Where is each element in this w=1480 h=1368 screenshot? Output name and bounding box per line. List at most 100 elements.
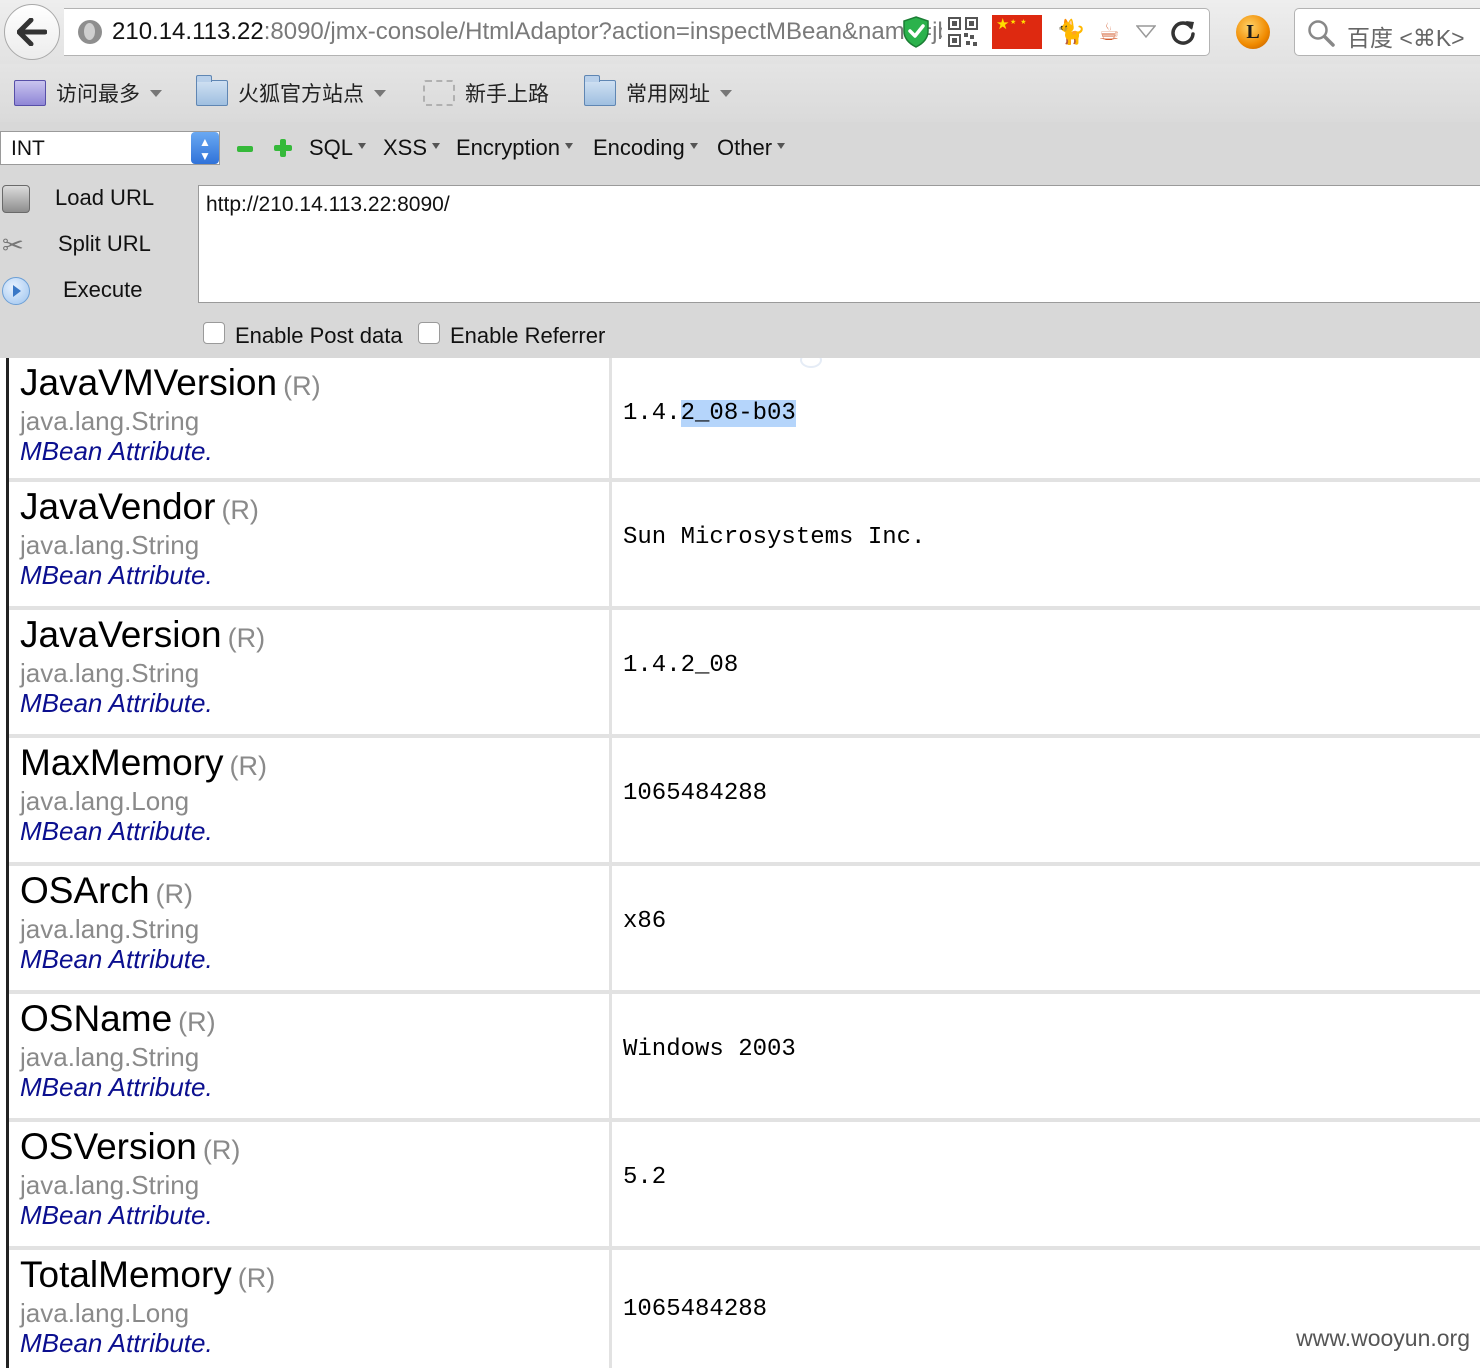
attribute-name: TotalMemory (R) <box>20 1254 275 1296</box>
dropdown-triangle-icon <box>777 143 786 149</box>
attribute-name-cell: JavaVersion (R) java.lang.String MBean At… <box>9 610 609 734</box>
selected-value-text: 2_08-b03 <box>680 400 796 427</box>
value-text: 1065484288 <box>623 1296 768 1323</box>
table-row: OSName (R) java.lang.String MBean Attribu… <box>9 994 1480 1122</box>
attribute-name: OSName (R) <box>20 998 216 1040</box>
attribute-access: (R) <box>178 1007 216 1037</box>
attribute-type: java.lang.Long <box>20 1298 190 1328</box>
dropdown-icon[interactable] <box>1136 17 1156 47</box>
value-text: Windows 2003 <box>623 1036 796 1063</box>
search-placeholder: 百度 <⌘K> <box>1347 25 1465 51</box>
table-row: TotalMemory (R) java.lang.Long MBean Attr… <box>9 1250 1480 1368</box>
split-url-button[interactable]: ✂ Split URL <box>0 225 195 265</box>
attribute-value: 1.4.2_08 <box>623 652 738 679</box>
type-select[interactable]: INT ▲ ▼ <box>0 131 220 165</box>
reload-icon[interactable] <box>1168 17 1198 47</box>
page-content: JavaVMVersion (R) java.lang.String MBean … <box>0 358 1480 1368</box>
attribute-name-cell: OSName (R) java.lang.String MBean Attribu… <box>9 994 609 1118</box>
back-button[interactable] <box>4 4 60 60</box>
increase-icon[interactable] <box>274 139 292 157</box>
bookmark-label: 常用网址 <box>626 83 710 106</box>
decrease-icon[interactable] <box>237 146 253 152</box>
attribute-value: 1.4.2_08-b03 <box>623 400 796 427</box>
menu-sql[interactable]: SQL <box>309 135 367 161</box>
menu-label: Encryption <box>456 135 560 160</box>
load-url-button[interactable]: Load URL <box>0 179 195 219</box>
menu-label: XSS <box>383 135 428 160</box>
attribute-access: (R) <box>227 623 266 653</box>
menu-label: SQL <box>309 135 354 160</box>
attribute-name-text: JavaVMVersion <box>20 362 278 403</box>
attribute-access: (R) <box>221 495 259 525</box>
attribute-access: (R) <box>155 879 194 909</box>
type-select-value: INT <box>11 137 45 160</box>
attribute-access: (R) <box>229 751 268 781</box>
enable-referrer-label: Enable Referrer <box>450 323 606 348</box>
execute-button[interactable]: Execute <box>0 271 195 311</box>
liveblog-icon[interactable]: L <box>1236 15 1270 49</box>
table-row: MaxMemory (R) java.lang.Long MBean Attrib… <box>9 738 1480 866</box>
attribute-access: (R) <box>202 1135 241 1165</box>
cell-divider <box>609 1250 612 1368</box>
table-row: JavaVMVersion (R) java.lang.String MBean … <box>9 358 1480 482</box>
play-icon <box>2 277 30 305</box>
attribute-name-text: JavaVendor <box>20 486 216 527</box>
folder-icon <box>584 75 616 106</box>
table-row: OSVersion (R) java.lang.String MBean Attr… <box>9 1122 1480 1250</box>
cell-divider <box>609 482 612 606</box>
attribute-name: OSArch (R) <box>20 870 193 912</box>
bookmark-most-visited[interactable]: 访问最多 <box>14 78 162 108</box>
url-textarea-value: http://210.14.113.22:8090/ <box>206 193 450 216</box>
address-bar[interactable]: 210.14.113.22:8090/jmx-console/HtmlAdapt… <box>64 8 1210 56</box>
enable-post-data-checkbox[interactable] <box>203 322 225 344</box>
back-arrow-icon <box>17 18 47 46</box>
attribute-value: x86 <box>623 908 666 935</box>
menu-label: Other <box>717 135 773 160</box>
value-text: 1.4.2_08 <box>623 652 739 679</box>
tomcat-icon[interactable]: 🐈 <box>1054 17 1088 47</box>
url-host: 210.14.113.22 <box>112 18 264 45</box>
attribute-type: java.lang.String <box>20 1042 200 1072</box>
attribute-description: MBean Attribute. <box>20 436 213 466</box>
search-box[interactable]: 百度 <⌘K> <box>1294 8 1480 56</box>
attribute-type: java.lang.String <box>20 658 200 688</box>
attribute-description: MBean Attribute. <box>20 560 213 590</box>
enable-referrer-checkbox[interactable] <box>418 322 440 344</box>
attribute-type: java.lang.String <box>20 1170 200 1200</box>
shield-icon[interactable] <box>902 16 930 48</box>
attribute-name: OSVersion (R) <box>20 1126 240 1168</box>
chevron-down-icon <box>720 89 732 97</box>
bookmark-label: 火狐官方站点 <box>238 83 364 106</box>
cell-divider <box>609 994 612 1118</box>
menu-encoding[interactable]: Encoding <box>593 135 698 161</box>
attribute-name: JavaVersion (R) <box>20 614 265 656</box>
navigation-toolbar: 210.14.113.22:8090/jmx-console/HtmlAdapt… <box>0 0 1480 64</box>
bookmark-firefox-official[interactable]: 火狐官方站点 <box>196 75 386 108</box>
enable-post-data-label: Enable Post data <box>235 323 403 348</box>
menu-xss[interactable]: XSS <box>383 135 441 161</box>
menu-label: Encoding <box>593 135 685 160</box>
table-row: OSArch (R) java.lang.String MBean Attribu… <box>9 866 1480 994</box>
bookmark-getting-started[interactable]: 新手上路 <box>423 78 549 108</box>
qr-code-icon[interactable] <box>948 17 978 47</box>
menu-other[interactable]: Other <box>717 135 786 161</box>
url-text[interactable]: 210.14.113.22:8090/jmx-console/HtmlAdapt… <box>112 18 942 46</box>
attribute-access: (R) <box>237 1263 276 1293</box>
value-text: Sun Microsystems Inc. <box>623 524 926 551</box>
folder-icon <box>196 75 228 106</box>
table-row: JavaVersion (R) java.lang.String MBean At… <box>9 610 1480 738</box>
java-icon[interactable]: ☕ <box>1094 17 1124 47</box>
bookmarks-toolbar: 访问最多 火狐官方站点 新手上路 常用网址 <box>0 64 1480 122</box>
bookmark-common-sites[interactable]: 常用网址 <box>584 75 732 108</box>
attribute-description: MBean Attribute. <box>20 816 213 846</box>
china-flag-icon[interactable] <box>992 15 1042 49</box>
attribute-name-text: OSArch <box>20 870 150 911</box>
globe-icon <box>78 20 102 44</box>
attribute-description: MBean Attribute. <box>20 688 213 718</box>
load-url-label: Load URL <box>55 185 155 210</box>
menu-encryption[interactable]: Encryption <box>456 135 573 161</box>
split-url-label: Split URL <box>58 231 151 256</box>
url-textarea[interactable]: http://210.14.113.22:8090/ <box>198 185 1480 303</box>
bookmark-label: 访问最多 <box>56 83 140 106</box>
blank-page-icon <box>423 80 455 106</box>
